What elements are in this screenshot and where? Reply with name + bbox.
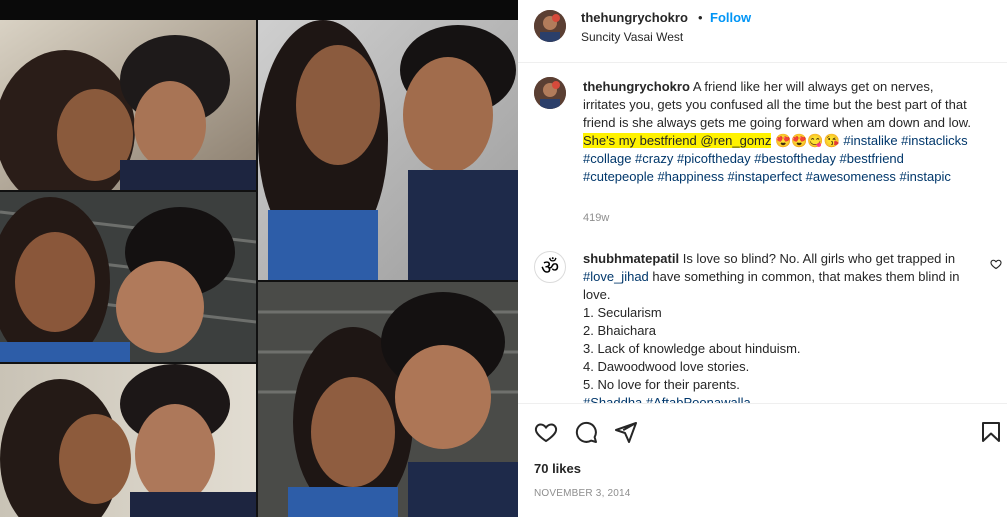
post-username[interactable]: thehungrychokro [581, 10, 688, 25]
comment: shubhmatepatil Is love so blind? No. All… [583, 250, 973, 403]
comments-section[interactable]: thehungrychokro A friend like her will a… [518, 63, 1007, 403]
share-icon[interactable] [614, 420, 638, 444]
likes-count[interactable]: 70 likes [534, 461, 581, 476]
om-symbol: ॐ [540, 255, 560, 279]
actions-bar: 70 likes NOVEMBER 3, 2014 [518, 403, 1007, 518]
comment-list-item: 1. Secularism [583, 305, 662, 320]
comment-like-heart-icon[interactable] [990, 258, 1002, 270]
collage-tile [0, 364, 256, 517]
caption-username[interactable]: thehungrychokro [583, 79, 690, 94]
collage-tile [258, 282, 518, 517]
bookmark-icon[interactable] [979, 420, 1003, 444]
post-photo[interactable] [0, 0, 518, 517]
comment-hashtag[interactable]: #love_jihad [583, 269, 649, 284]
post-location[interactable]: Suncity Vasai West [581, 30, 683, 44]
comment-list-item: 5. No love for their parents. [583, 377, 740, 392]
photo-top-bar [0, 0, 518, 20]
post-date[interactable]: NOVEMBER 3, 2014 [534, 488, 631, 499]
comment-username[interactable]: shubhmatepatil [583, 251, 679, 266]
caption-timestamp[interactable]: 419w [583, 212, 609, 224]
comment-list-item: 4. Dawoodwood love stories. [583, 359, 750, 374]
comment-cut-hashtags[interactable]: #Shaddha #AftabPoonawalla [583, 394, 973, 403]
follow-button[interactable]: Follow [710, 10, 751, 25]
caption-emojis: 😍😍😋😘 [775, 133, 840, 148]
caption-avatar[interactable] [534, 77, 566, 109]
comment-avatar[interactable]: ॐ [534, 251, 566, 283]
avatar[interactable] [534, 10, 566, 42]
post-side-panel: thehungrychokro • Follow Suncity Vasai W… [518, 0, 1007, 517]
post-header: thehungrychokro • Follow Suncity Vasai W… [518, 0, 1007, 63]
caption-highlight[interactable]: She's my bestfriend @ren_gomz [583, 133, 772, 148]
comment-icon[interactable] [574, 420, 598, 444]
collage-tile [258, 20, 518, 280]
comment-list-item: 3. Lack of knowledge about hinduism. [583, 341, 801, 356]
comment-list-item: 2. Bhaichara [583, 323, 656, 338]
collage-tile [0, 20, 256, 190]
separator-dot: • [698, 10, 703, 25]
collage-tile [0, 192, 256, 362]
comment-text-start: Is love so blind? No. All girls who get … [682, 251, 956, 266]
caption: thehungrychokro A friend like her will a… [583, 78, 973, 186]
heart-icon[interactable] [534, 420, 558, 444]
